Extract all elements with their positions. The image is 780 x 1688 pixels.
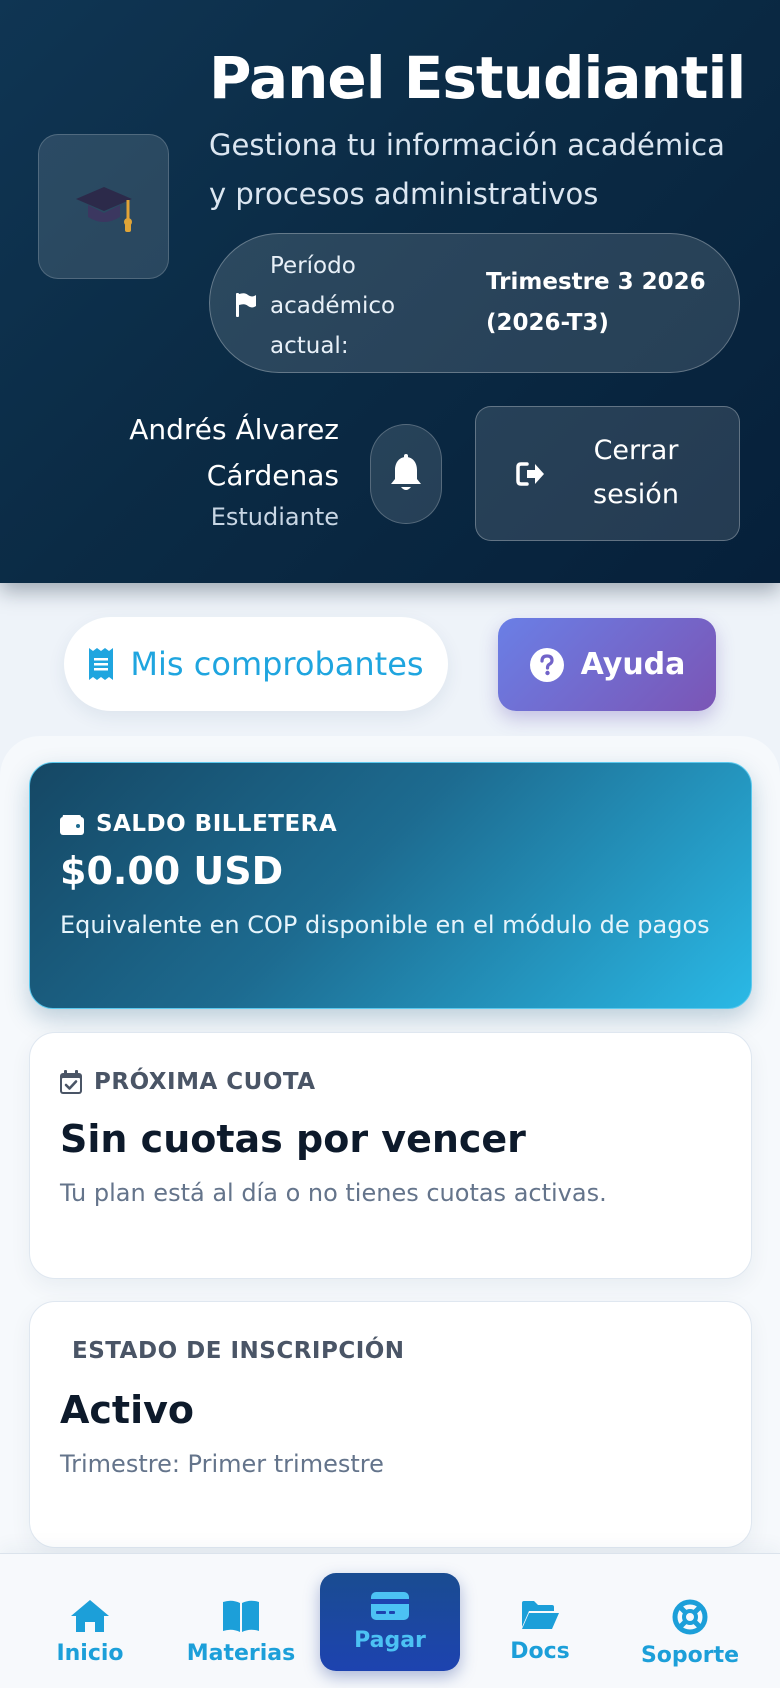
question-circle-icon [529,647,564,682]
sign-out-icon [516,462,544,486]
nav-label-soporte: Soporte [640,1643,740,1668]
book-icon [223,1600,259,1632]
nav-label-inicio: Inicio [56,1641,124,1666]
enrollment-term: Trimestre: Primer trimestre [60,1450,384,1478]
next-quota-card: PRÓXIMA CUOTA Sin cuotas por vencer Tu p… [29,1032,752,1279]
enrollment-status-card: ESTADO DE INSCRIPCIÓN Activo Trimestre: … [29,1301,752,1548]
app-header: Panel Estudiantil Gestiona tu informació… [0,0,780,583]
my-receipts-label: Mis comprobantes [130,645,424,683]
logout-button[interactable]: Cerrar sesión [475,406,740,541]
help-label: Ayuda [580,647,686,682]
folder-open-icon [522,1601,559,1629]
enrollment-status: Activo [60,1388,195,1432]
logout-label: Cerrar sesión [593,435,679,510]
logo [38,134,169,279]
enrollment-header: ESTADO DE INSCRIPCIÓN [72,1338,405,1364]
enrollment-label: ESTADO DE INSCRIPCIÓN [72,1338,405,1364]
nav-item-pagar[interactable]: Pagar [320,1573,460,1671]
wallet-amount: $0.00 USD [60,849,284,893]
graduation-cap-icon [75,186,132,232]
my-receipts-button[interactable]: Mis comprobantes [64,617,448,711]
calendar-check-icon [60,1070,82,1094]
wallet-balance-card: SALDO BILLETERA $0.00 USD Equivalente en… [29,762,752,1009]
bottom-navigation: Inicio Materias Pagar Docs Soporte [0,1553,780,1688]
credit-card-icon [371,1592,409,1620]
home-icon [71,1600,109,1632]
next-quota-header: PRÓXIMA CUOTA [60,1069,316,1095]
page-subtitle: Gestiona tu información académica y proc… [209,128,725,211]
lifebuoy-icon [672,1599,708,1635]
receipt-icon [89,648,114,680]
nav-label-docs: Docs [510,1639,570,1664]
nav-item-docs[interactable]: Docs [490,1554,590,1688]
nav-item-soporte[interactable]: Soporte [630,1554,750,1688]
period-value: Trimestre 3 2026 (2026-T3) [486,269,706,336]
nav-label-pagar: Pagar [354,1628,426,1653]
help-button[interactable]: Ayuda [498,618,716,711]
bell-icon [391,454,421,490]
nav-item-inicio[interactable]: Inicio [40,1554,140,1688]
notifications-button[interactable] [370,424,442,524]
user-name: Andrés Álvarez Cárdenas [129,413,339,492]
next-quota-label: PRÓXIMA CUOTA [94,1069,316,1095]
wallet-icon [60,815,84,835]
next-quota-title: Sin cuotas por vencer [60,1117,526,1161]
wallet-label: SALDO BILLETERA [96,811,338,837]
flag-icon [236,293,256,317]
nav-label-materias: Materias [186,1641,296,1666]
academic-period-badge: Período académico actual: Trimestre 3 20… [209,233,740,373]
period-label: Período académico actual: [270,253,396,359]
nav-item-materias[interactable]: Materias [186,1554,296,1688]
page-title: Panel Estudiantil [209,44,746,112]
next-quota-text: Tu plan está al día o no tienes cuotas a… [60,1179,607,1207]
wallet-note: Equivalente en COP disponible en el módu… [60,911,710,939]
wallet-card-header: SALDO BILLETERA [60,811,337,837]
user-role: Estudiante [210,503,339,531]
